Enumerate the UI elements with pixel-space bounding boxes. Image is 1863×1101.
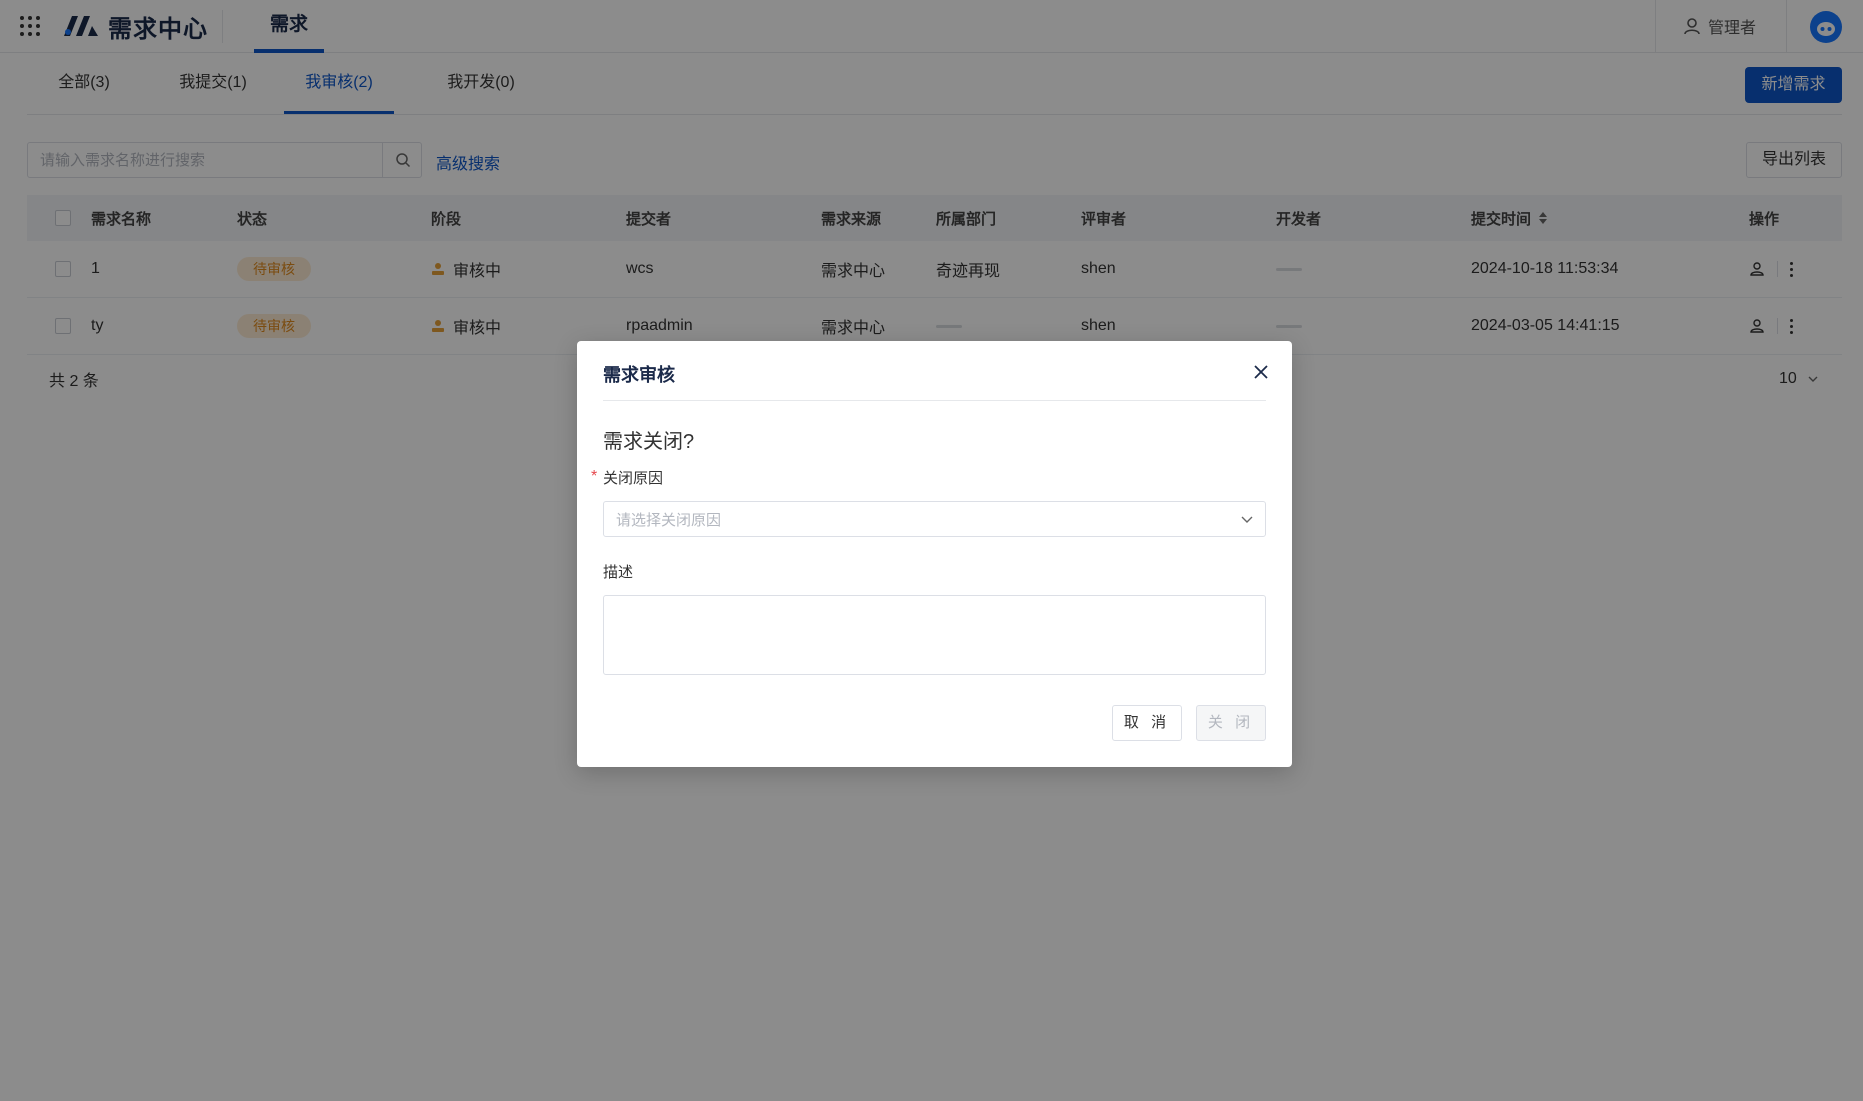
description-label: 描述 — [603, 564, 634, 581]
description-textarea[interactable] — [603, 595, 1266, 675]
dialog-question: 需求关闭? — [603, 431, 695, 453]
dialog-divider — [603, 400, 1266, 401]
dialog-title: 需求审核 — [603, 365, 675, 385]
close-reason-label: 关闭原因 — [603, 470, 664, 487]
review-dialog: 需求审核 需求关闭? * 关闭原因 请选择关闭原因 描述 取 消 关 闭 — [577, 341, 1292, 767]
confirm-close-button[interactable]: 关 闭 — [1196, 705, 1266, 741]
close-reason-placeholder: 请选择关闭原因 — [616, 511, 722, 529]
chevron-down-icon — [1241, 516, 1253, 523]
cancel-button[interactable]: 取 消 — [1112, 705, 1182, 741]
close-reason-select[interactable]: 请选择关闭原因 — [603, 501, 1266, 537]
app-root: 需求中心 需求 管理者 全部(3) 我提交(1) 我审核(2) 我开发(0) 新… — [0, 0, 1863, 1101]
close-icon[interactable] — [1250, 361, 1272, 383]
required-marker: * — [591, 468, 598, 485]
